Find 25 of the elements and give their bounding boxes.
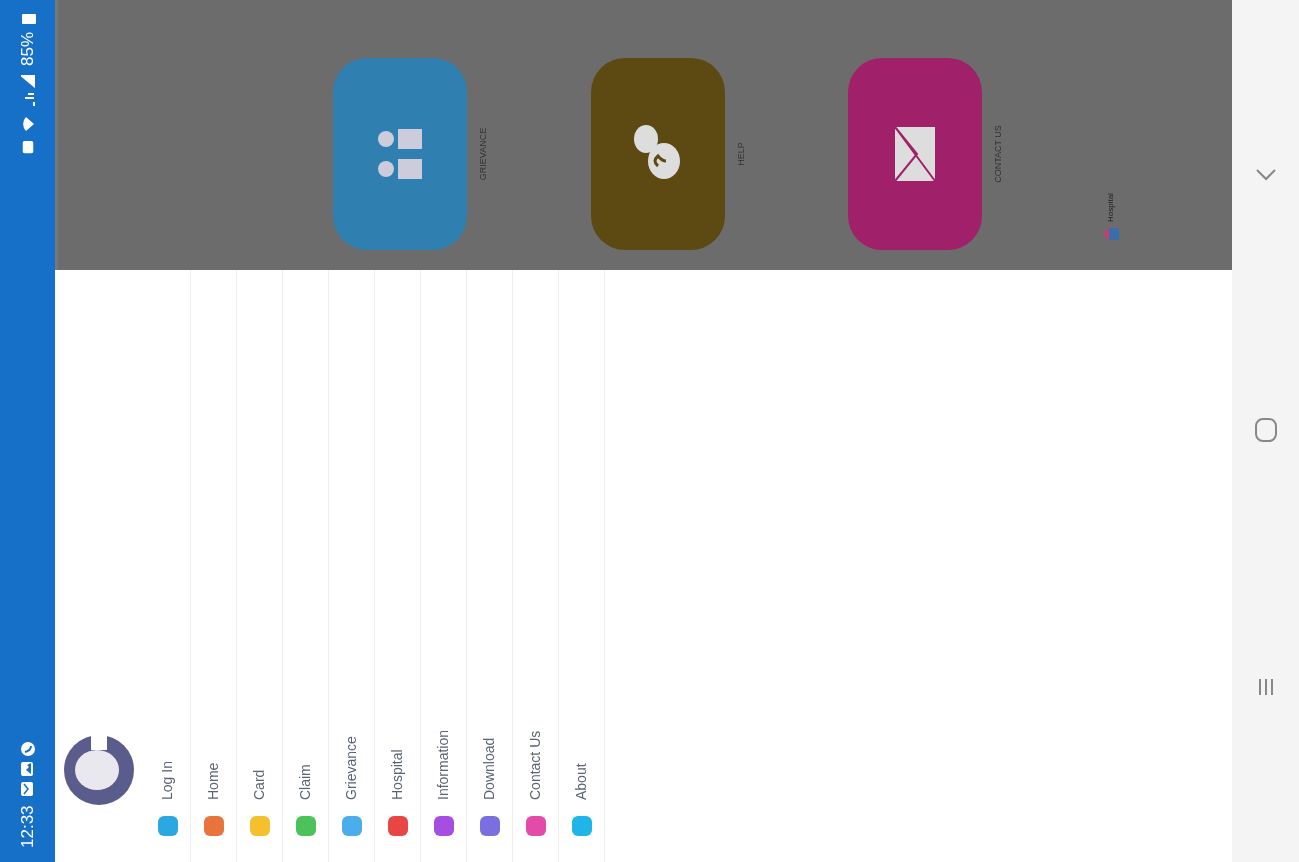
menu-tile[interactable] — [333, 58, 467, 250]
menu-item[interactable]: Card — [237, 270, 283, 862]
menu-item[interactable]: Contact Us — [513, 270, 559, 862]
menu-item[interactable]: About — [559, 270, 605, 862]
status-time: 12:33 — [16, 805, 38, 848]
menu-item[interactable]: Hospital — [375, 270, 421, 862]
battery-percent: 85% — [16, 32, 38, 67]
menu-tile[interactable] — [590, 58, 725, 250]
signal-icon — [20, 74, 35, 109]
menu-item[interactable]: Log In — [145, 270, 191, 862]
wifi-icon — [20, 116, 35, 133]
footer-text: Hospital — [1104, 193, 1116, 222]
menu-item[interactable]: Download — [467, 270, 513, 862]
battery-icon — [19, 14, 36, 24]
menu-item[interactable]: Grievance — [329, 270, 375, 862]
mail-icon — [20, 140, 35, 155]
hospital-logo-icon — [1101, 226, 1120, 242]
menu-item[interactable]: Claim — [283, 270, 329, 862]
tile-label: GRIEVANCE — [477, 126, 489, 183]
phone-icon — [19, 741, 36, 758]
home-icon[interactable] — [1253, 417, 1278, 443]
menu-tile[interactable] — [848, 58, 982, 250]
menu-item[interactable]: Home — [191, 270, 237, 862]
mail-icon — [19, 781, 34, 798]
menu-item[interactable]: Information — [421, 270, 467, 862]
